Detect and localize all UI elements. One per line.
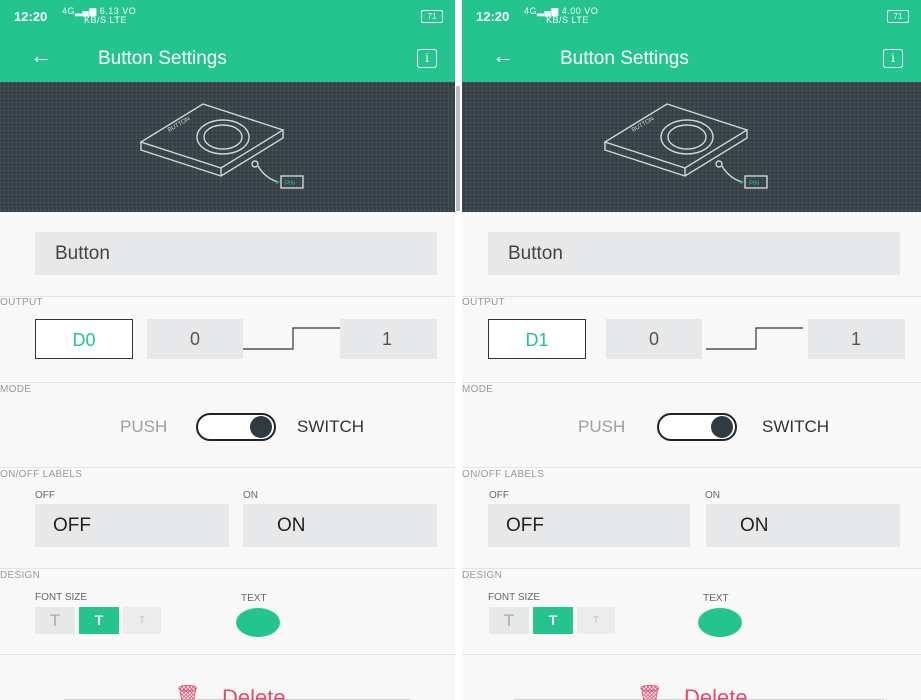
widget-name-input[interactable]: Button: [488, 232, 900, 275]
on-label-input[interactable]: ON: [706, 504, 900, 547]
design-section-label: DESIGN: [462, 570, 503, 581]
labels-section-label: ON/OFF LABELS: [462, 469, 545, 480]
status-bar: 12:20 4G▂▄▆ 4.00 VO KB/S LTE 71: [462, 0, 921, 34]
text-color-button[interactable]: [236, 608, 280, 637]
delete-row: 🗑 Delete: [462, 680, 921, 700]
text-color-button[interactable]: [698, 608, 742, 637]
settings-card: Button OUTPUT D0 0 1 MODE PUSH SWITCH ON…: [0, 212, 455, 662]
settings-screen-right: 12:20 4G▂▄▆ 4.00 VO KB/S LTE 71 ← Button…: [462, 0, 921, 700]
toggle-knob: [250, 416, 272, 438]
high-value-input[interactable]: 1: [340, 319, 437, 359]
net-bottom: LTE: [571, 15, 589, 25]
settings-card: Button OUTPUT D1 0 1 MODE PUSH SWITCH ON…: [462, 212, 921, 662]
mode-section-label: MODE: [462, 384, 494, 395]
status-bar: 12:20 4G▂▄▆ 6.13 VO KB/S LTE 71: [0, 0, 455, 34]
mode-toggle[interactable]: [657, 413, 737, 441]
separator: [462, 568, 921, 569]
page-title: Button Settings: [560, 48, 689, 69]
separator: [0, 654, 455, 655]
separator: [462, 382, 921, 383]
font-size-medium-button[interactable]: T: [533, 607, 573, 634]
design-section-label: DESIGN: [0, 570, 41, 581]
pin-selector-button[interactable]: D0: [35, 319, 133, 359]
widget-illustration: BUTTON PIN: [462, 82, 921, 212]
delete-row: 🗑 Delete: [0, 680, 455, 700]
on-caption: ON: [705, 490, 720, 501]
separator: [462, 654, 921, 655]
mode-switch-label[interactable]: SWITCH: [762, 417, 829, 437]
text-color-label: TEXT: [703, 593, 729, 604]
font-size-small-button[interactable]: T: [577, 607, 615, 634]
off-label-input[interactable]: OFF: [488, 504, 690, 547]
off-label-input[interactable]: OFF: [35, 504, 229, 547]
button-widget-illustration-icon: BUTTON PIN: [602, 103, 768, 189]
font-size-label: FONT SIZE: [488, 592, 541, 603]
illustration-pin-text: PIN: [285, 181, 295, 187]
on-label-input[interactable]: ON: [243, 504, 437, 547]
net-bottom: LTE: [109, 15, 127, 25]
widget-illustration: BUTTON PIN: [0, 82, 455, 212]
panel-divider: [455, 0, 462, 700]
output-section-label: OUTPUT: [0, 297, 43, 308]
info-icon[interactable]: i: [883, 49, 903, 68]
info-icon[interactable]: i: [417, 49, 437, 68]
low-value-input[interactable]: 0: [606, 319, 702, 359]
separator: [0, 467, 455, 468]
font-size-large-button[interactable]: T: [35, 607, 75, 634]
mode-push-label[interactable]: PUSH: [578, 417, 625, 437]
labels-section-label: ON/OFF LABELS: [0, 469, 83, 480]
illustration-pin-text: PIN: [749, 181, 759, 187]
font-size-large-button[interactable]: T: [489, 607, 529, 634]
font-size-small-button[interactable]: T: [123, 607, 161, 634]
separator: [0, 382, 455, 383]
separator: [0, 296, 455, 297]
separator: [0, 568, 455, 569]
delete-button[interactable]: Delete: [222, 685, 286, 700]
separator: [462, 467, 921, 468]
mode-toggle[interactable]: [196, 413, 276, 441]
pulse-graph-icon: [706, 327, 803, 350]
speed-bottom: KB/S: [546, 15, 569, 25]
app-bar: ← Button Settings i: [0, 34, 455, 82]
mode-section-label: MODE: [0, 384, 32, 395]
widget-name-input[interactable]: Button: [35, 232, 437, 275]
off-caption: OFF: [489, 490, 509, 501]
back-arrow-icon[interactable]: ←: [30, 43, 52, 69]
off-caption: OFF: [35, 490, 55, 501]
battery-icon: 71: [887, 10, 909, 23]
battery-icon: 71: [421, 10, 443, 23]
trash-icon[interactable]: 🗑: [637, 683, 662, 700]
mode-switch-label[interactable]: SWITCH: [297, 417, 364, 437]
divider-handle: [456, 86, 460, 211]
status-time: 12:20: [476, 9, 510, 24]
delete-button[interactable]: Delete: [684, 685, 748, 700]
signal-icon: 4G▂▄▆ 6.13 VO KB/S LTE: [62, 6, 137, 25]
status-time: 12:20: [14, 9, 48, 24]
settings-screen-left: 12:20 4G▂▄▆ 6.13 VO KB/S LTE 71 ← Button…: [0, 0, 455, 700]
signal-label: 4G: [62, 6, 76, 16]
signal-icon: 4G▂▄▆ 4.00 VO KB/S LTE: [524, 6, 599, 25]
high-value-input[interactable]: 1: [808, 319, 905, 359]
low-value-input[interactable]: 0: [147, 319, 243, 359]
pin-selector-button[interactable]: D1: [488, 319, 586, 359]
output-section-label: OUTPUT: [462, 297, 505, 308]
pulse-graph-icon: [243, 327, 340, 350]
font-size-medium-button[interactable]: T: [79, 607, 119, 634]
mode-push-label[interactable]: PUSH: [120, 417, 167, 437]
button-widget-illustration-icon: BUTTON PIN: [138, 103, 304, 189]
toggle-knob: [711, 416, 733, 438]
back-arrow-icon[interactable]: ←: [492, 43, 514, 69]
separator: [462, 296, 921, 297]
on-caption: ON: [243, 490, 258, 501]
speed-bottom: KB/S: [84, 15, 107, 25]
text-color-label: TEXT: [241, 593, 267, 604]
signal-label: 4G: [524, 6, 538, 16]
font-size-label: FONT SIZE: [35, 592, 88, 603]
app-bar: ← Button Settings i: [462, 34, 921, 82]
page-title: Button Settings: [98, 48, 227, 69]
trash-icon[interactable]: 🗑: [175, 683, 200, 700]
